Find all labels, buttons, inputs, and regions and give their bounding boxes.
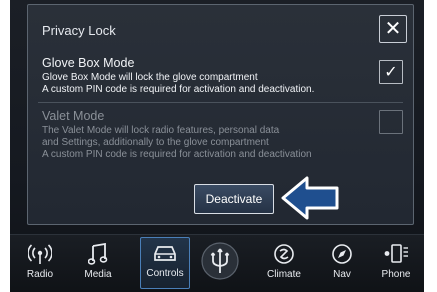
checkmark-icon: ✓: [384, 64, 398, 81]
option-divider: [38, 102, 403, 103]
trident-logo-icon: [200, 239, 240, 283]
valet-mode-title: Valet Mode: [42, 109, 105, 123]
glove-box-mode-desc-line1: Glove Box Mode will lock the glove compa…: [42, 72, 258, 83]
dialog-title: Privacy Lock: [42, 23, 116, 38]
pointer-arrow-icon: [281, 176, 339, 220]
radio-icon: [28, 239, 52, 269]
nav-controls-label: Controls: [146, 268, 184, 279]
climate-icon: [273, 239, 295, 269]
valet-mode-checkbox[interactable]: [379, 110, 403, 134]
privacy-lock-dialog: Privacy Lock ✕ Glove Box Mode Glove Box …: [27, 4, 414, 225]
glove-box-mode-checkbox[interactable]: ✓: [379, 60, 403, 84]
nav-nav[interactable]: Nav: [318, 239, 366, 291]
deactivate-button[interactable]: Deactivate: [194, 184, 274, 214]
glove-box-mode-title: Glove Box Mode: [42, 56, 135, 70]
nav-media-label: Media: [84, 269, 112, 280]
music-note-icon: [88, 239, 108, 269]
uconnect-screen: Privacy Lock ✕ Glove Box Mode Glove Box …: [10, 0, 424, 292]
valet-mode-desc-line1: The Valet Mode will lock radio features,…: [42, 125, 280, 136]
car-icon: [152, 238, 178, 268]
nav-media[interactable]: Media: [74, 239, 122, 291]
compass-icon: [331, 239, 353, 269]
bottom-nav-bar: Radio Media Controls Climate Nav Phone: [10, 234, 424, 292]
nav-phone[interactable]: Phone: [372, 239, 420, 291]
glove-box-mode-desc-line2: A custom PIN code is required for activa…: [42, 84, 315, 95]
valet-mode-desc-line2: and Settings, additionally to the glove …: [42, 137, 269, 148]
nav-radio[interactable]: Radio: [16, 239, 64, 291]
nav-climate[interactable]: Climate: [260, 239, 308, 291]
close-icon: ✕: [384, 18, 402, 40]
nav-radio-label: Radio: [26, 269, 54, 280]
close-button[interactable]: ✕: [379, 15, 407, 43]
valet-mode-desc-line3: A custom PIN code is required for activa…: [42, 149, 312, 160]
nav-climate-label: Climate: [267, 269, 301, 280]
nav-controls[interactable]: Controls: [140, 237, 190, 289]
nav-nav-label: Nav: [333, 269, 351, 280]
nav-phone-label: Phone: [381, 269, 411, 280]
nav-home-logo[interactable]: [196, 239, 244, 291]
phone-icon: [383, 239, 409, 269]
